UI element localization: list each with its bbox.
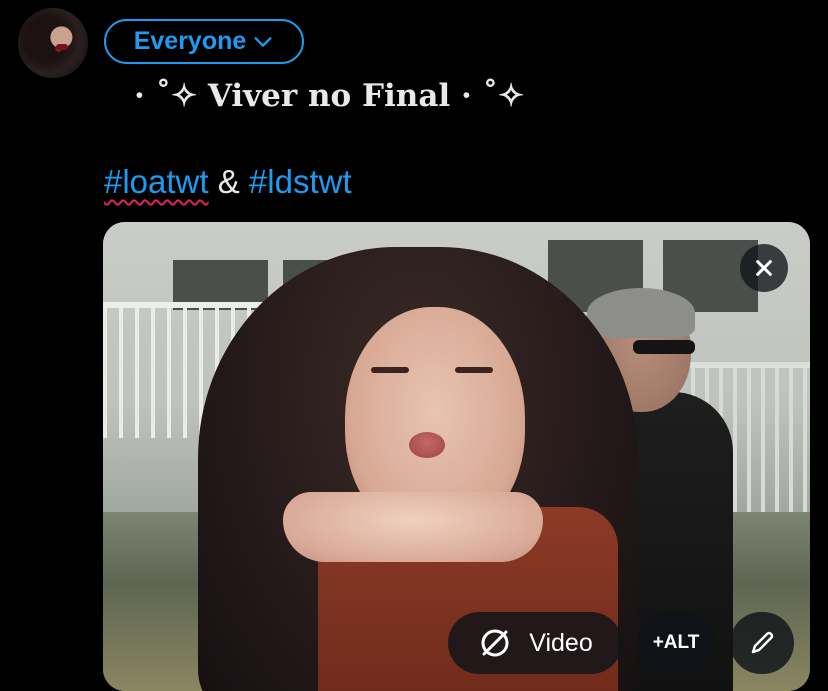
- add-alt-text-button[interactable]: +ALT: [637, 612, 715, 674]
- audience-label: Everyone: [133, 27, 247, 55]
- avatar-detail: [56, 44, 68, 50]
- hashtag-link[interactable]: #loatwt: [104, 163, 209, 200]
- close-icon: [756, 260, 772, 276]
- photo-person-mouth: [409, 432, 445, 458]
- video-toggle-button[interactable]: Video: [448, 612, 622, 674]
- hashtag-link[interactable]: #ldstwt: [249, 163, 352, 200]
- no-sound-icon: [481, 629, 509, 657]
- hashtag-connector: &: [217, 163, 240, 200]
- edit-media-button[interactable]: [730, 612, 794, 674]
- photo-person-hands: [283, 492, 543, 562]
- user-avatar[interactable]: [18, 8, 88, 78]
- pencil-icon: [751, 631, 774, 654]
- alt-label: +ALT: [652, 632, 700, 653]
- video-label: Video: [529, 628, 593, 657]
- photo-person-eye: [371, 367, 409, 373]
- audience-selector-button[interactable]: Everyone: [104, 19, 304, 64]
- post-text-hashtags[interactable]: #loatwt & #ldstwt: [104, 163, 352, 201]
- post-text-title[interactable]: · ˚✧ Viver no Final · ˚✧: [134, 78, 524, 114]
- attached-media[interactable]: Video +ALT: [103, 222, 810, 691]
- photo-person-eye: [455, 367, 493, 373]
- remove-media-button[interactable]: [740, 244, 788, 292]
- chevron-down-icon: [254, 36, 272, 47]
